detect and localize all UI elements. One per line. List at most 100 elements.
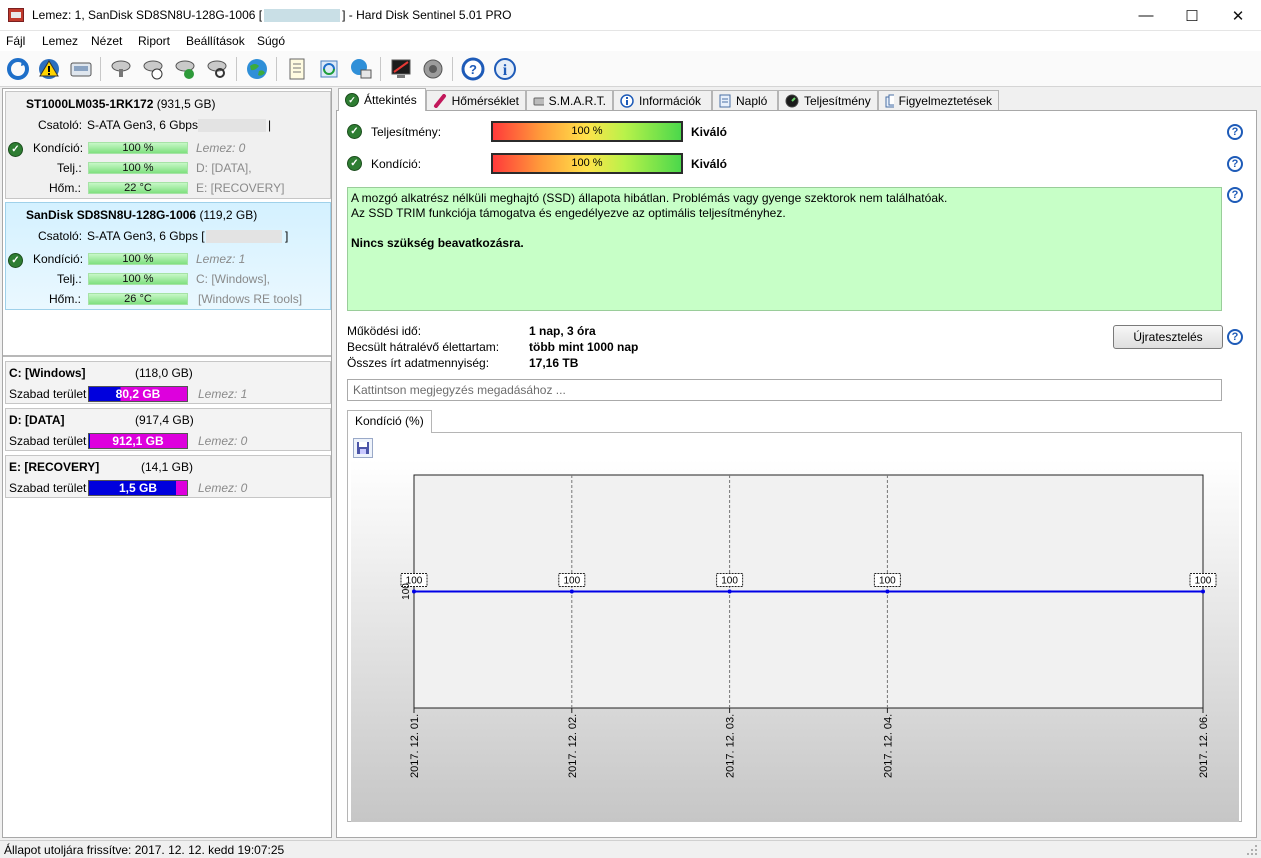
partition-label: [Windows RE tools]	[198, 292, 303, 306]
disk-search-icon	[207, 60, 227, 78]
sync-button[interactable]	[315, 55, 343, 83]
volume-item[interactable]: C: [Windows] (118,0 GB) Szabad terület 8…	[5, 361, 331, 404]
disk-number: Lemez: 0	[196, 141, 246, 155]
minimize-icon: —	[1138, 7, 1154, 24]
alert-button[interactable]	[35, 55, 63, 83]
resize-grip-icon[interactable]	[1245, 843, 1259, 857]
health-status: Kiváló	[691, 157, 728, 171]
window-title: Lemez: 1, SanDisk SD8SN8U-128G-1006 [] -…	[32, 8, 512, 23]
performance-bar: 100 %	[88, 273, 188, 285]
report-button[interactable]	[283, 55, 311, 83]
health-chart: 100 100 100 100 100 2017. 12. 01. 2017. 12. 0…	[351, 460, 1239, 822]
tab-information[interactable]: Információk	[613, 90, 712, 111]
disk-item[interactable]: ST1000LM035-1RK172 (931,5 GB) Csatoló: S…	[5, 91, 331, 199]
tab-performance[interactable]: Teljesítmény	[778, 90, 878, 111]
partition-label: E: [RECOVERY]	[196, 181, 285, 195]
disk-search-button[interactable]	[203, 55, 231, 83]
help-icon[interactable]: ?	[1227, 329, 1243, 345]
menu-help[interactable]: Súgó	[257, 34, 285, 48]
help-icon[interactable]: ?	[1227, 187, 1243, 203]
help-icon[interactable]: ?	[1227, 124, 1243, 140]
tab-overview[interactable]: ✓ Áttekintés	[338, 88, 426, 111]
maximize-icon: ☐	[1185, 7, 1199, 25]
menu-view[interactable]: Nézet	[91, 34, 122, 48]
temperature-bar: 26 °C	[88, 293, 188, 305]
x-tick-label: 2017. 12. 02.	[567, 714, 579, 778]
tab-temperature[interactable]: Hőmérséklet	[426, 90, 526, 111]
free-space-bar: 80,2 GB	[88, 386, 188, 402]
thermometer-icon	[434, 94, 446, 108]
interface-bracket: ]	[285, 229, 289, 243]
tab-log[interactable]: Napló	[712, 90, 778, 111]
disk-test-button[interactable]	[107, 55, 135, 83]
check-icon: ✓	[345, 93, 359, 107]
window-title-prefix: Lemez: 1, SanDisk SD8SN8U-128G-1006 [	[32, 8, 263, 22]
disk-size: (119,2 GB)	[199, 208, 258, 222]
title-bar: Lemez: 1, SanDisk SD8SN8U-128G-1006 [] -…	[0, 0, 1261, 31]
message-text: Az SSD TRIM funkciója támogatva és enged…	[351, 206, 786, 220]
data-label: 100	[563, 576, 580, 587]
tab-alerts[interactable]: Figyelmeztetések	[878, 90, 999, 111]
help-button[interactable]: ?	[459, 55, 487, 83]
disk-button[interactable]	[67, 55, 95, 83]
free-space-bar: 912,1 GB	[88, 433, 188, 449]
refresh-button[interactable]	[4, 55, 32, 83]
info-button[interactable]: i	[491, 55, 519, 83]
x-tick-label: 2017. 12. 03.	[725, 714, 737, 778]
toolbar-separator	[276, 57, 277, 81]
menu-settings[interactable]: Beállítások	[186, 34, 245, 48]
health-bar: 100 %	[88, 142, 188, 154]
disk-test-time-icon	[143, 60, 163, 80]
x-tick-label: 2017. 12. 06.	[1198, 714, 1210, 778]
interface-value: S-ATA Gen3, 6 Gbps [	[87, 229, 205, 243]
menu-disk[interactable]: Lemez	[42, 34, 78, 48]
disk-test-time-button[interactable]	[139, 55, 167, 83]
disk-list-panel: ST1000LM035-1RK172 (931,5 GB) Csatoló: S…	[2, 88, 332, 838]
volume-item[interactable]: D: [DATA] (917,4 GB) Szabad terület 912,…	[5, 408, 331, 451]
performance-bar: 100 %	[88, 162, 188, 174]
disk-item-selected[interactable]: SanDisk SD8SN8U-128G-1006 (119,2 GB) Csa…	[5, 202, 331, 310]
sync-icon	[320, 60, 338, 78]
toolbar-separator	[236, 57, 237, 81]
performance-label: Teljesítmény:	[371, 125, 442, 139]
health-label: Kondíció:	[33, 141, 84, 155]
tab-label: Figyelmeztetések	[898, 94, 992, 108]
sound-button[interactable]	[419, 55, 447, 83]
menu-report[interactable]: Riport	[138, 34, 170, 48]
tab-health-chart[interactable]: Kondíció (%)	[347, 410, 432, 433]
uptime-value: 1 nap, 3 óra	[529, 324, 596, 338]
temperature-label: Hőm.:	[49, 181, 82, 195]
lifetime-label: Becsült hátralévő élettartam:	[347, 340, 500, 354]
network-button[interactable]	[347, 55, 375, 83]
message-recommendation: Nincs szükség beavatkozásra.	[351, 236, 524, 250]
disk-test-ok-button[interactable]	[171, 55, 199, 83]
retest-button[interactable]: Újratesztelés	[1113, 325, 1223, 349]
health-bar: 100 %	[88, 253, 188, 265]
tab-label: S.M.A.R.T.	[548, 94, 606, 108]
volume-item[interactable]: E: [RECOVERY] (14,1 GB) Szabad terület 1…	[5, 455, 331, 498]
status-text: Állapot utoljára frissítve: 2017. 12. 12…	[4, 843, 285, 857]
close-button[interactable]: ✕	[1215, 0, 1261, 31]
y-tick-label: 100	[401, 583, 412, 600]
health-label: Kondíció:	[371, 157, 422, 171]
web-button[interactable]	[243, 55, 271, 83]
globe-icon	[247, 59, 267, 79]
monitor-button[interactable]	[387, 55, 415, 83]
minimize-button[interactable]: —	[1123, 0, 1169, 31]
chart-point	[727, 589, 732, 594]
partition-label: C: [Windows],	[196, 272, 271, 286]
performance-status: Kiváló	[691, 125, 728, 139]
help-icon[interactable]: ?	[1227, 156, 1243, 172]
toolbar: ? i	[0, 51, 1261, 87]
partition-label: D: [DATA],	[196, 161, 252, 175]
menu-file[interactable]: Fájl	[6, 34, 25, 48]
tab-smart[interactable]: S.M.A.R.T.	[526, 90, 613, 111]
help-icon: ?	[461, 57, 485, 81]
tab-label: Hőmérséklet	[451, 94, 519, 108]
comment-input[interactable]: Kattintson megjegyzés megadásához ...	[347, 379, 1222, 401]
free-space-bar: 1,5 GB	[88, 480, 188, 496]
info-icon: i	[494, 58, 516, 80]
toolbar-separator	[452, 57, 453, 81]
alerts-icon	[885, 94, 894, 108]
maximize-button[interactable]: ☐	[1169, 0, 1215, 31]
